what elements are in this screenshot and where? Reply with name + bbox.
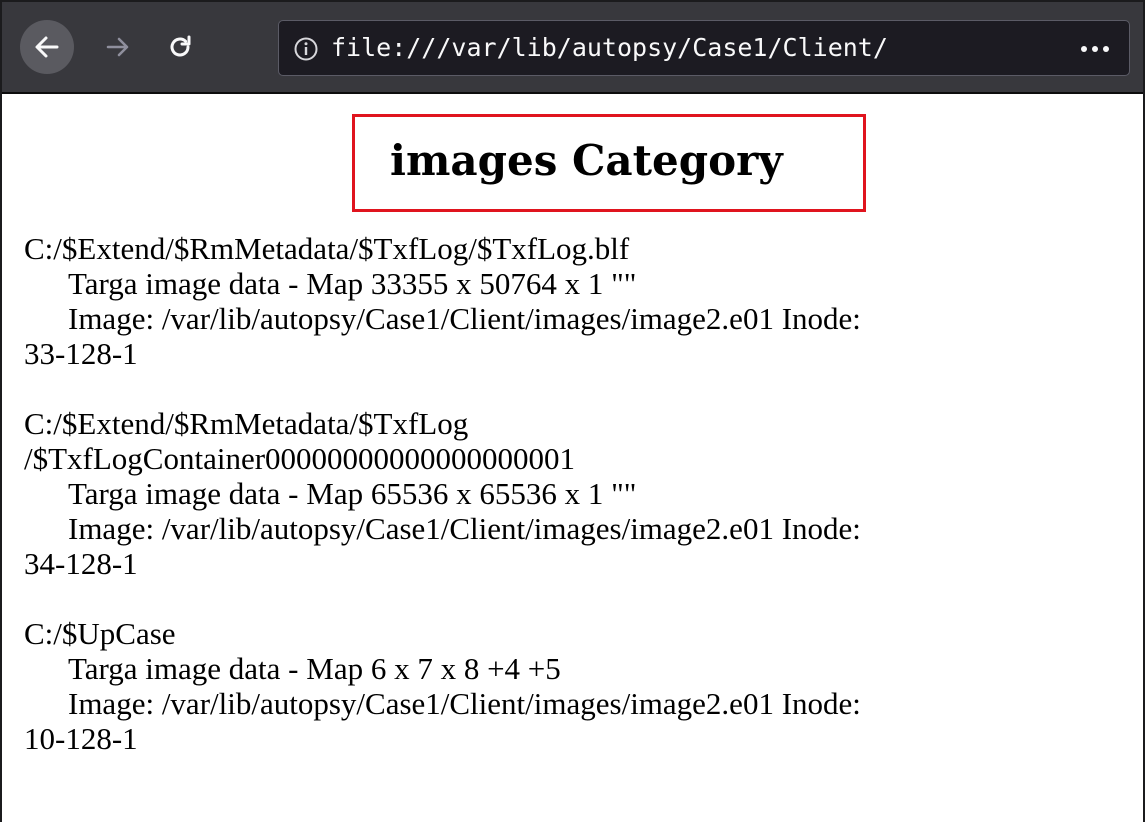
url-text[interactable]: file:///var/lib/autopsy/Case1/Client/ [331,21,1059,75]
back-button[interactable] [20,20,74,74]
browser-window: file:///var/lib/autopsy/Case1/Client/ im… [0,0,1145,822]
reload-icon [170,35,191,57]
address-bar[interactable]: file:///var/lib/autopsy/Case1/Client/ [278,20,1130,76]
more-dots-icon [1081,46,1109,52]
file-path: C:/$Extend/$RmMetadata/$TxfLog [24,406,469,441]
forward-button[interactable] [94,23,142,71]
file-type: Targa image data - Map 6 x 7 x 8 +4 +5 [68,651,561,686]
file-path: C:/$Extend/$RmMetadata/$TxfLog/$TxfLog.b… [24,231,630,266]
arrow-left-icon [35,36,59,58]
page-content: images Category C:/$Extend/$RmMetadata/$… [2,94,1143,822]
image-source: Image: /var/lib/autopsy/Case1/Client/ima… [68,301,861,336]
image-source: Image: /var/lib/autopsy/Case1/Client/ima… [68,686,861,721]
inode-value: 34-128-1 [24,546,138,581]
page-title: images Category [390,136,783,185]
navigation-toolbar: file:///var/lib/autopsy/Case1/Client/ [2,2,1143,94]
file-path: C:/$UpCase [24,616,176,651]
inode-value: 10-128-1 [24,721,138,756]
info-icon[interactable] [293,36,319,62]
file-entry: C:/$UpCase Targa image data - Map 6 x 7 … [24,616,1134,756]
file-path-continued: /$TxfLogContainer00000000000000000001 [24,441,576,476]
file-entry: C:/$Extend/$RmMetadata/$TxfLog/$TxfLog.b… [24,231,1134,371]
image-source: Image: /var/lib/autopsy/Case1/Client/ima… [68,511,861,546]
arrow-right-icon [106,37,129,57]
reload-button[interactable] [154,23,206,71]
file-entry: C:/$Extend/$RmMetadata/$TxfLog /$TxfLogC… [24,406,1134,581]
file-type: Targa image data - Map 33355 x 50764 x 1… [68,266,637,301]
inode-value: 33-128-1 [24,336,138,371]
file-entries-list: C:/$Extend/$RmMetadata/$TxfLog/$TxfLog.b… [24,231,1134,791]
page-actions-button[interactable] [1075,36,1115,62]
file-type: Targa image data - Map 65536 x 65536 x 1… [68,476,637,511]
